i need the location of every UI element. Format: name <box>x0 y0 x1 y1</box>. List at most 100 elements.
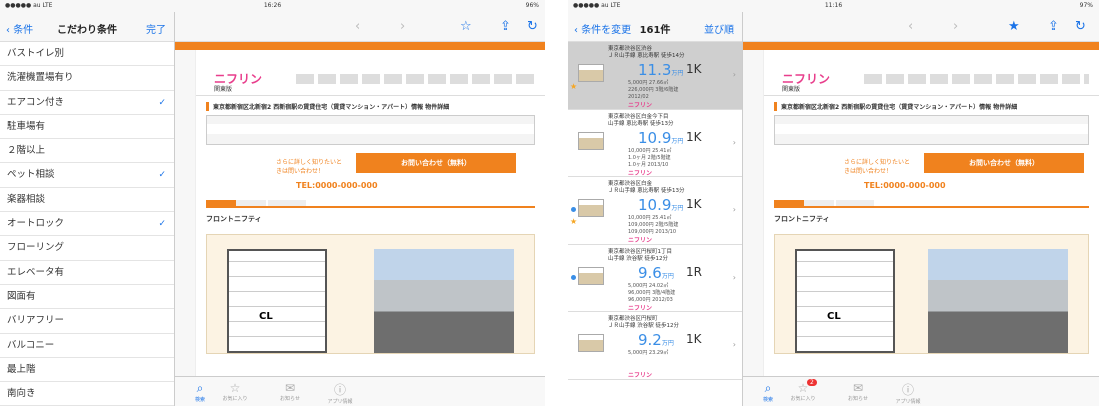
site-header: ニフリン 関東版 <box>196 50 545 96</box>
search-icon: ⌕ <box>196 381 204 395</box>
tab-label: お知らせ <box>848 396 868 402</box>
listing-address: 東京都渋谷区白金今下目 山手線 恵比寿駅 徒歩13分 <box>608 113 674 127</box>
listing-webpage: ニフリン 関東版 東京都新宿区北新宿2 西新宿駅の賃貸住宅（賃貸マンション・アパ… <box>195 50 545 376</box>
forward-arrow-icon[interactable]: › <box>953 19 958 34</box>
forward-arrow-icon[interactable]: › <box>400 19 405 34</box>
site-header: ニフリン 関東版 <box>764 50 1099 96</box>
listing-layout: 1K <box>686 129 702 144</box>
condition-label: 駐車場有 <box>7 120 46 132</box>
inquiry-button[interactable]: お問い合わせ（無料） <box>924 153 1084 173</box>
info-icon: ⓘ <box>333 383 346 397</box>
site-header-strip <box>175 42 545 50</box>
condition-row[interactable]: エアコン付き ✓ <box>0 91 174 115</box>
tab-label: アプリ情報 <box>327 399 353 405</box>
condition-row[interactable]: バリアフリー <box>0 309 174 334</box>
phone-number[interactable]: TEL:0000-000-000 <box>296 181 535 190</box>
done-button[interactable]: 完了 <box>146 21 166 36</box>
photo-section: CL <box>774 234 1089 354</box>
site-nav[interactable] <box>864 74 1089 84</box>
results-sidebar: ‹ 条件を変更 161件 並び順 東京都渋谷区渋谷 ＪＲ山手線 恵比寿駅 徒歩1… <box>568 12 743 406</box>
new-dot-icon <box>571 274 576 280</box>
condition-row[interactable]: バルコニー <box>0 334 174 358</box>
chevron-right-icon: › <box>732 137 736 147</box>
share-icon[interactable]: ⇪ <box>1048 19 1059 34</box>
sort-button[interactable]: 並び順 <box>704 21 734 36</box>
detail-tabs[interactable] <box>774 200 1089 208</box>
tab-search[interactable]: ⌕ 検索 <box>748 381 788 403</box>
conditions-sidebar: ‹ 条件 こだわり条件 完了 バストイレ別 洗濯機置場有り エアコン付き ✓ 駐車場有 ２… <box>0 12 175 406</box>
tab-bar: ⌕ 検索 ☆ 2 お気に入り ✉ お知らせ ⓘ アプリ情報 <box>743 376 1099 406</box>
rent-unit: 万円 <box>661 340 674 347</box>
condition-row[interactable]: ２階以上 <box>0 139 174 164</box>
listing-meta: 5,000円 23.29㎡ <box>628 350 669 356</box>
back-arrow-icon[interactable]: ‹ <box>908 19 913 34</box>
condition-row[interactable]: 楽器相談 <box>0 188 174 213</box>
condition-row[interactable]: フローリング <box>0 236 174 261</box>
site-region: 関東版 <box>782 86 801 93</box>
listing-thumbnail <box>578 131 604 150</box>
detail-tabs[interactable] <box>206 200 535 208</box>
listing-item[interactable]: 東京都渋谷区円桜町1丁目 山手線 渋谷駅 徒歩12分 9.6万円 1R 5,000円 … <box>568 244 742 312</box>
inquiry-block: さらに詳しく知りたいときは問い合わせ！ お問い合わせ（無料） <box>276 153 535 181</box>
listing-item[interactable]: 東京都渋谷区円桜町 ＪＲ山手線 渋谷駅 徒歩12分 9.2万円 1K 5,000円 2… <box>568 312 742 380</box>
listing-rent: 10.9万円 <box>638 196 683 214</box>
site-region: 関東版 <box>214 86 233 93</box>
reload-icon[interactable]: ↻ <box>1075 19 1086 34</box>
condition-row[interactable]: 洗濯機置場有り <box>0 66 174 91</box>
listing-meta: 10,000円 25.41㎡ 1.0ヶ月 2階/5階建 1.0ヶ月 2013/1… <box>628 147 672 168</box>
listing-list: 東京都渋谷区渋谷 ＪＲ山手線 恵比寿駅 徒歩14分 11.3万円 1K 5,000円 … <box>568 42 742 380</box>
tab-notifications[interactable]: ✉ お知らせ <box>838 381 878 402</box>
condition-row[interactable]: 図面有 <box>0 285 174 310</box>
inquiry-button[interactable]: お問い合わせ（無料） <box>356 153 516 173</box>
condition-row[interactable]: エレベータ有 <box>0 261 174 285</box>
tab-favorites[interactable]: ☆ 2 お気に入り <box>783 379 823 402</box>
megaphone-icon: ✉ <box>284 381 296 395</box>
building-photo[interactable] <box>374 249 514 353</box>
checkmark-icon: ✓ <box>158 97 166 108</box>
building-name: フロントニフティ <box>206 215 262 223</box>
condition-row[interactable]: バストイレ別 <box>0 42 174 67</box>
listing-item[interactable]: 東京都渋谷区白金 ＪＲ山手線 恵比寿駅 徒歩13分 10.9万円 1K 10,000円… <box>568 177 742 245</box>
status-bar: ●●●●● au LTE 16:26 96% <box>0 0 545 12</box>
star-outline-icon[interactable]: ☆ <box>460 19 472 34</box>
building-photo[interactable] <box>928 249 1068 353</box>
tab-notifications[interactable]: ✉ お知らせ <box>270 381 310 402</box>
rent-value: 11.3 <box>638 61 672 79</box>
reload-icon[interactable]: ↻ <box>527 19 538 34</box>
condition-row[interactable]: 最上階 <box>0 358 174 383</box>
back-arrow-icon[interactable]: ‹ <box>355 19 360 34</box>
status-bar: ●●●●● au LTE 11:16 97% <box>568 0 1099 12</box>
condition-label: 洗濯機置場有り <box>7 72 74 84</box>
floorplan-image[interactable]: CL <box>227 249 327 353</box>
listing-item[interactable]: 東京都渋谷区渋谷 ＪＲ山手線 恵比寿駅 徒歩14分 11.3万円 1K 5,000円 … <box>568 42 742 110</box>
tab-label: お知らせ <box>280 396 300 402</box>
listing-layout: 1K <box>686 197 702 211</box>
floorplan-image[interactable]: CL <box>795 249 895 353</box>
ipad-right: ●●●●● au LTE 11:16 97% ‹ 条件を変更 161件 並び順 … <box>568 0 1099 406</box>
photo-section: CL <box>206 234 535 354</box>
listing-layout: 1K <box>686 62 702 76</box>
condition-row[interactable]: ペット相談 ✓ <box>0 163 174 188</box>
tab-favorites[interactable]: ☆ お気に入り <box>215 381 255 402</box>
condition-row[interactable]: オートロック ✓ <box>0 212 174 237</box>
tab-app-info[interactable]: ⓘ アプリ情報 <box>888 381 928 405</box>
tab-label: 検索 <box>194 397 205 403</box>
rent-unit: 万円 <box>661 272 674 280</box>
tab-app-info[interactable]: ⓘ アプリ情報 <box>320 381 360 405</box>
star-filled-icon[interactable]: ★ <box>1008 19 1020 34</box>
condition-label: 南向き <box>7 388 36 400</box>
clock: 11:16 <box>824 2 843 9</box>
share-icon[interactable]: ⇪ <box>500 19 511 34</box>
search-icon: ⌕ <box>764 381 772 395</box>
rent-value: 9.2 <box>638 331 662 349</box>
favorites-badge: 2 <box>807 379 817 386</box>
browser-toolbar: ‹ › ★ ⇪ ↻ <box>743 12 1099 42</box>
listing-meta: 10,000円 25.41㎡ 109,000円 2階/5階建 109,000円 … <box>628 215 679 235</box>
condition-row[interactable]: 駐車場有 <box>0 115 174 140</box>
phone-number[interactable]: TEL:0000-000-000 <box>864 181 1089 190</box>
page-title: 東京都新宿区北新宿2 西新宿駅の賃貸住宅（賃貸マンション・アパート）情報 物件詳… <box>206 102 535 111</box>
site-nav[interactable] <box>296 74 535 84</box>
tab-search[interactable]: ⌕ 検索 <box>180 381 220 403</box>
condition-row[interactable]: 南向き <box>0 382 174 406</box>
listing-item[interactable]: 東京都渋谷区白金今下目 山手線 恵比寿駅 徒歩13分 10.9万円 1K 10,000… <box>568 109 742 177</box>
